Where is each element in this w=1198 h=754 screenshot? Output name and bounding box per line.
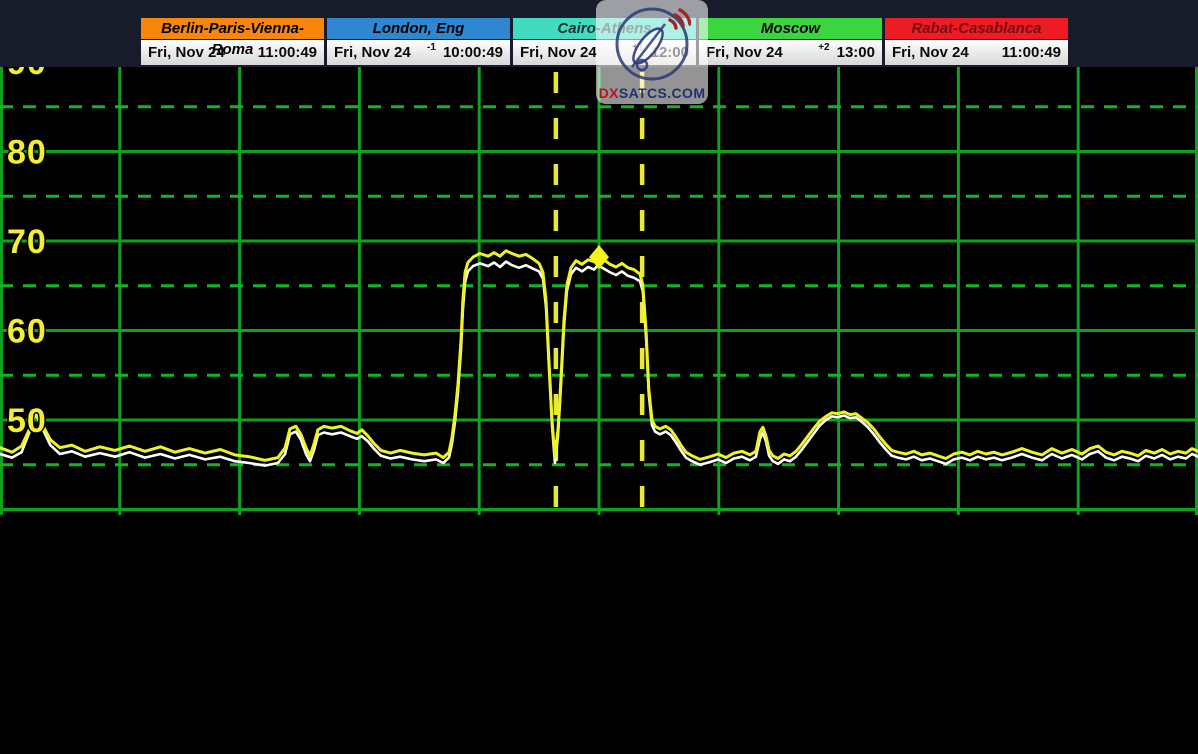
watermark-rest: SATCS.COM <box>619 85 706 101</box>
clock-time-group: -1 10:00:49 <box>427 44 503 61</box>
clock-city-label: Berlin-Paris-Vienna-Roma <box>141 18 324 39</box>
grid-lines <box>0 67 1198 515</box>
satmeter-screen: Berlin-Paris-Vienna-Roma Fri, Nov 24 11:… <box>0 0 1198 754</box>
clock-date: Fri, Nov 24 <box>706 44 783 61</box>
clock-time-row: Fri, Nov 24 -1 10:00:49 <box>327 40 510 65</box>
clock-date: Fri, Nov 24 <box>892 44 969 61</box>
clock-london: London, Eng Fri, Nov 24 -1 10:00:49 <box>327 18 510 65</box>
clock-time-value: 13:00 <box>837 44 875 61</box>
clock-time-row: Fri, Nov 24 +2 13:00 <box>699 40 882 65</box>
y-axis-tick-label: 90 <box>7 67 47 82</box>
clock-moscow: Moscow Fri, Nov 24 +2 13:00 <box>699 18 882 65</box>
clock-time-value: 11:00:49 <box>1002 44 1061 61</box>
clock-date: Fri, Nov 24 <box>334 44 411 61</box>
clock-city-label: Moscow <box>699 18 882 39</box>
clock-time-value: 11:00:49 <box>258 44 317 61</box>
y-axis-tick-label: 80 <box>7 134 47 172</box>
clock-time-group: +2 13:00 <box>818 44 875 61</box>
dxsatcs-logo-icon <box>613 4 691 84</box>
clock-utc-offset: +2 <box>818 42 829 53</box>
marker-diamond <box>589 245 609 269</box>
dxsatcs-watermark-text: DXSATCS.COM <box>596 85 708 101</box>
y-axis-tick-label: 70 <box>7 223 47 261</box>
clock-berlin: Berlin-Paris-Vienna-Roma Fri, Nov 24 11:… <box>141 18 324 65</box>
clock-date: Fri, Nov 24 <box>520 44 597 61</box>
readout-panel: ! Pwr 77.0 dBµV ✔ C/N 20.1 dB 12627.0 MH… <box>0 515 1198 754</box>
clock-time-row: Fri, Nov 24 11:00:49 <box>885 40 1068 65</box>
clock-utc-offset: -1 <box>427 42 436 53</box>
clock-date: Fri, Nov 24 <box>148 44 225 61</box>
dxsatcs-watermark: DXSATCS.COM <box>596 0 708 104</box>
clock-time-group: 11:00:49 <box>251 44 317 61</box>
y-axis-tick-label: 60 <box>7 313 47 351</box>
y-axis-tick-label: 50 <box>7 402 47 440</box>
clock-city-label: London, Eng <box>327 18 510 39</box>
clock-rabat: Rabat-Casablanca Fri, Nov 24 11:00:49 <box>885 18 1068 65</box>
clock-city-label: Rabat-Casablanca <box>885 18 1068 39</box>
spectrum-plot: 90 80 70 60 50 <box>0 67 1198 515</box>
clock-time-value: 10:00:49 <box>443 44 503 61</box>
clock-time-group: 11:00:49 <box>995 44 1061 61</box>
watermark-dx: DX <box>599 85 619 101</box>
